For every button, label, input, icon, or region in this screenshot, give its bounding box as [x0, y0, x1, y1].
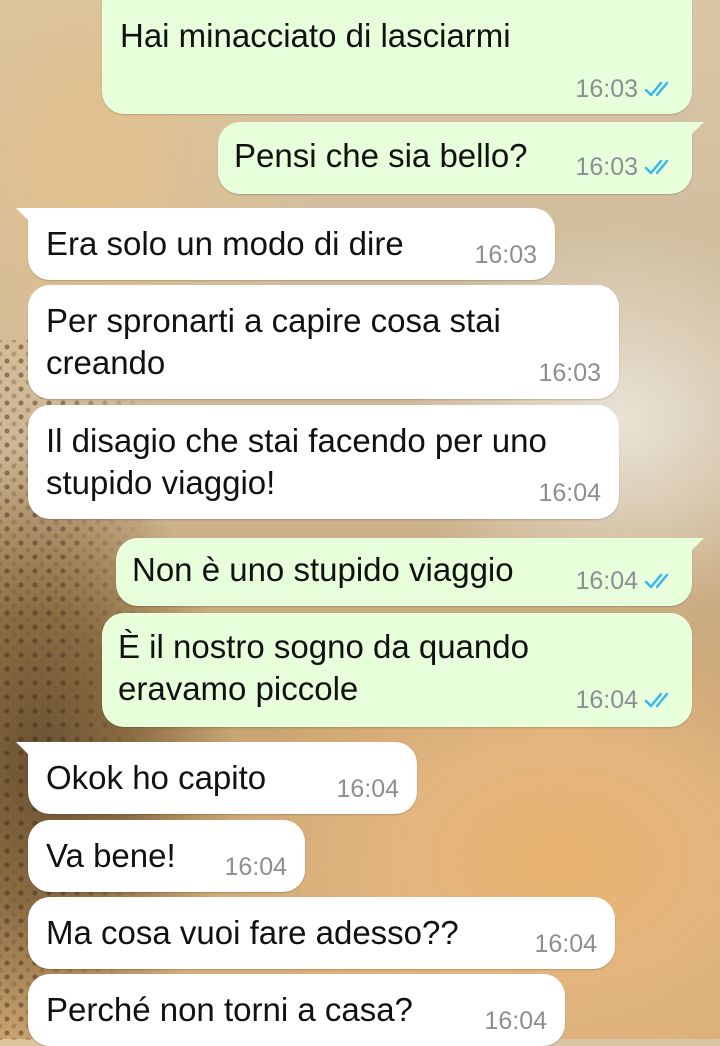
bubble-tail [16, 742, 34, 760]
read-receipt-icon [644, 692, 669, 708]
message-bubble-incoming[interactable]: Il disagio che stai facendo per uno stup… [28, 405, 619, 519]
message-time: 16:04 [534, 930, 597, 958]
message-bubble-incoming[interactable]: Era solo un modo di dire 16:03 [16, 208, 555, 280]
message-meta: 16:04 [575, 685, 678, 715]
bubble-tail [686, 538, 704, 556]
message-meta: 16:03 [474, 240, 537, 270]
message-time: 16:03 [538, 359, 601, 387]
message-time: 16:03 [575, 153, 638, 181]
message-bubble-incoming[interactable]: Okok ho capito 16:04 [16, 742, 417, 814]
message-time: 16:04 [224, 853, 287, 881]
message-text: Ma cosa vuoi fare adesso?? [46, 914, 459, 951]
message-meta: 16:04 [534, 929, 597, 959]
message-meta: 16:03 [538, 358, 601, 388]
message-meta: 16:03 [575, 74, 678, 104]
message-bubble-outgoing[interactable]: È il nostro sogno da quando eravamo picc… [102, 613, 692, 727]
message-bubble-incoming[interactable]: Va bene! 16:04 [28, 820, 305, 892]
message-meta: 16:03 [575, 152, 678, 182]
message-time: 16:04 [336, 775, 399, 803]
message-text: Hai minacciato di lasciarmi [120, 17, 511, 54]
message-text-line-2: creando [46, 344, 166, 381]
read-receipt-icon [644, 159, 669, 175]
message-meta: 16:04 [575, 566, 678, 596]
message-time: 16:04 [484, 1007, 547, 1035]
message-time: 16:04 [575, 686, 638, 714]
message-text-line-1: Per spronarti a capire cosa stai [46, 302, 501, 339]
message-time: 16:03 [575, 75, 638, 103]
message-text-line-1: È il nostro sogno da quando [118, 628, 529, 665]
message-text-line-1: Il disagio che stai facendo per uno [46, 422, 547, 459]
message-text: Era solo un modo di dire [46, 225, 404, 262]
message-text-line-2: eravamo piccole [118, 670, 359, 707]
message-text: Va bene! [46, 837, 176, 874]
message-bubble-incoming[interactable]: Perché non torni a casa? 16:04 [28, 974, 565, 1046]
read-receipt-icon [644, 81, 669, 97]
message-time: 16:03 [474, 241, 537, 269]
message-bubble-incoming[interactable]: Per spronarti a capire cosa stai creando… [28, 285, 619, 399]
message-meta: 16:04 [484, 1006, 547, 1036]
message-meta: 16:04 [336, 774, 399, 804]
message-bubble-outgoing[interactable]: Hai minacciato di lasciarmi 16:03 [102, 0, 692, 114]
message-text: Non è uno stupido viaggio [132, 551, 514, 588]
message-text: Pensi che sia bello? [234, 137, 528, 174]
bubble-tail [16, 208, 34, 226]
message-time: 16:04 [538, 479, 601, 507]
bubble-tail [686, 122, 704, 140]
message-text: Perché non torni a casa? [46, 991, 413, 1028]
message-meta: 16:04 [224, 852, 287, 882]
message-bubble-incoming[interactable]: Ma cosa vuoi fare adesso?? 16:04 [28, 897, 615, 969]
message-text: Okok ho capito [46, 759, 267, 796]
message-text-line-2: stupido viaggio! [46, 464, 276, 501]
message-time: 16:04 [575, 567, 638, 595]
read-receipt-icon [644, 573, 669, 589]
message-meta: 16:04 [538, 478, 601, 508]
message-bubble-outgoing[interactable]: Non è uno stupido viaggio 16:04 [116, 538, 704, 606]
message-bubble-outgoing[interactable]: Pensi che sia bello? 16:03 [218, 122, 704, 194]
